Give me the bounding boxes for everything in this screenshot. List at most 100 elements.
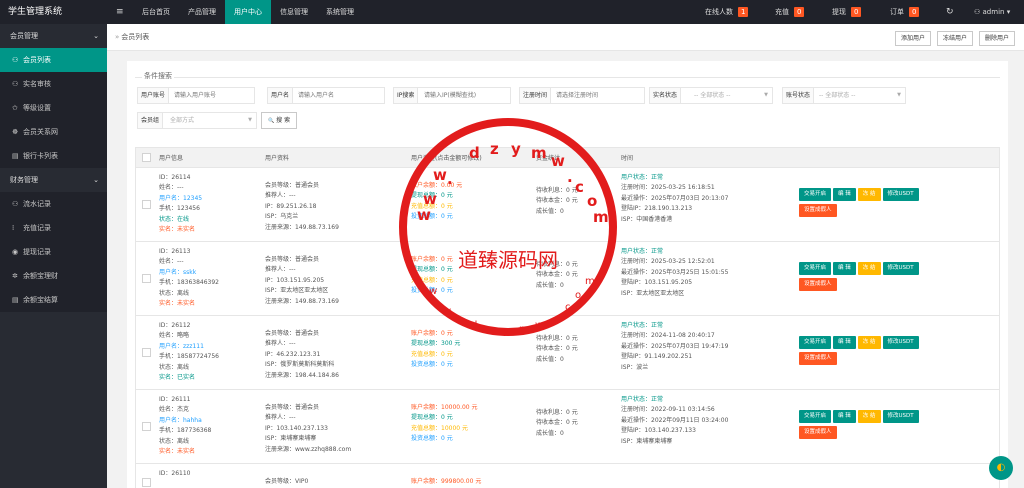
sidebar-item-levels[interactable]: ✩ 等级设置 [0,96,107,120]
freeze-user-button[interactable]: 冻结用户 [937,31,974,46]
edit-button[interactable]: 编 辑 [833,410,856,423]
sidebar-item-relations[interactable]: ☸ 会员关系网 [0,120,107,144]
freeze-button[interactable]: 冻 结 [857,410,881,423]
orders-count[interactable]: 订单 0 [890,0,920,24]
money-line[interactable]: 账户余额：10000.00 元 [411,403,478,413]
cell-info: ID：26113 姓名：--- 用户名：sskk 手机：18363846392 状态：离… [159,247,219,309]
sidebar-group-members[interactable]: 会员管理 ⌄ [0,24,107,48]
orders-badge: 0 [909,7,920,17]
trade-open-button[interactable]: 交易开启 [799,188,832,201]
sidebar-item-recharge[interactable]: ⁞ 充值记录 [0,216,107,240]
set-fake-user-button[interactable]: 设置成假人 [799,426,837,439]
trade-open-button[interactable]: 交易开启 [799,336,832,349]
money-line[interactable]: 账户余额：0.00 元 [411,181,462,191]
time-line: 注册时间：2022-09-11 03:14:56 [621,406,715,414]
row-checkbox[interactable] [142,200,151,209]
withdraw-count[interactable]: 提现 0 [832,0,862,24]
trade-open-button[interactable]: 交易开启 [799,410,832,423]
time-line: 登陆IP：103.140.237.133 [621,427,696,435]
online-count[interactable]: 在线人数 1 [705,0,749,24]
money-line[interactable]: 充值总额：0 元 [411,350,460,360]
nav-user-center[interactable]: 用户中心 [225,0,271,24]
nav-products[interactable]: 产品管理 [179,0,225,24]
money-line[interactable]: 投资总额：0 元 [411,434,478,444]
money-line[interactable]: 提现总额：0 元 [411,265,453,275]
info-line[interactable]: 用户名：zzz111 [159,342,219,352]
sidebar-item-flow[interactable]: ⚇ 流水记录 [0,192,107,216]
sidebar-item-real-name[interactable]: ⚇ 实名审核 [0,72,107,96]
sidebar-item-label: 银行卡列表 [23,152,58,160]
money-line[interactable]: 投资总额：0 元 [411,286,453,296]
money-line[interactable]: 账户余额：0 元 [411,255,453,265]
info-line[interactable]: 用户名：sskk [159,268,219,278]
money-line[interactable]: 账户余额：0 元 [411,329,460,339]
delete-user-button[interactable]: 删除用户 [979,31,1016,46]
group-select[interactable]: 会员组 全部方式 ▼ [137,112,257,129]
row-checkbox[interactable] [142,348,151,357]
field-label: 会员组 [138,113,164,128]
stats-line: 待收利息：0 元 [536,335,578,342]
name-input[interactable] [298,88,368,103]
money-line[interactable]: 提现总额：0 元 [411,413,478,423]
money-line[interactable]: 投资总额：0 元 [411,360,460,370]
sidebar-item-withdraw[interactable]: ◉ 提现记录 [0,240,107,264]
ip-input[interactable] [424,88,510,103]
set-fake-user-button[interactable]: 设置成假人 [799,352,837,365]
money-line[interactable]: 账户余额：999800.00 元 [411,477,481,487]
refresh-icon[interactable]: ↻ [946,0,954,24]
money-line[interactable]: 投资总额：0 元 [411,212,462,222]
freeze-button[interactable]: 冻 结 [857,262,881,275]
info-line: 手机：18587724756 [159,353,219,361]
sidebar-group-finance[interactable]: 财务管理 ⌄ [0,168,107,192]
sidebar-item-bank-cards[interactable]: ▤ 银行卡列表 [0,144,107,168]
freeze-button[interactable]: 冻 结 [857,188,881,201]
edit-button[interactable]: 编 辑 [833,188,856,201]
money-line[interactable]: 充值总额：0 元 [411,202,462,212]
edit-button[interactable]: 编 辑 [833,262,856,275]
regtime-input[interactable] [556,88,642,103]
row-checkbox[interactable] [142,274,151,283]
breadcrumb-arrow-icon: » [115,33,120,41]
menu-toggle-icon[interactable]: ≡ [116,0,124,24]
user-menu[interactable]: ⚇ admin ▾ [974,0,1010,24]
info-line: ID：26111 [159,396,191,403]
money-line[interactable]: 充值总额：10000 元 [411,424,478,434]
edit-usdt-button[interactable]: 修改USDT [882,336,919,349]
edit-usdt-button[interactable]: 修改USDT [882,188,919,201]
sidebar-item-yuebao-settle[interactable]: ▤ 余额宝结算 [0,288,107,312]
user-icon: ⚇ [974,8,981,16]
money-line[interactable]: 提现总额：0 元 [411,191,462,201]
trade-open-button[interactable]: 交易开启 [799,262,832,275]
freeze-button[interactable]: 冻 结 [857,336,881,349]
set-fake-user-button[interactable]: 设置成假人 [799,278,837,291]
info-line[interactable]: 用户名：hahha [159,416,211,426]
select-all-checkbox[interactable] [142,153,151,162]
account-status-select[interactable]: 账号状态 -- 全部状态 -- ▼ [782,87,906,104]
info-line[interactable]: 用户名：12345 [159,194,202,204]
money-line[interactable]: 充值总额：0 元 [411,276,453,286]
time-line: 用户状态：正常 [621,396,664,403]
search-button[interactable]: 🔍 搜 索 [261,112,298,129]
add-user-button[interactable]: 添加用户 [895,31,932,46]
user-name: admin [982,8,1005,16]
profile-line: 会员等级：普通会员 [265,256,320,263]
real-name-select[interactable]: 实名状态 -- 全部状态 -- ▼ [649,87,773,104]
edit-button[interactable]: 编 辑 [833,336,856,349]
account-input[interactable] [174,88,244,103]
row-checkbox[interactable] [142,478,151,487]
money-line[interactable]: 提现总额：300 元 [411,339,460,349]
set-fake-user-button[interactable]: 设置成假人 [799,204,837,217]
sidebar-item-yuebao[interactable]: ✲ 余额宝理财 [0,264,107,288]
col-funds: 用户资金(点击金额可修改) [411,155,482,162]
nav-info[interactable]: 信息管理 [271,0,317,24]
row-checkbox[interactable] [142,422,151,431]
edit-usdt-button[interactable]: 修改USDT [882,262,919,275]
nav-home[interactable]: 后台首页 [133,0,179,24]
profile-line: 会员等级：普通会员 [265,404,320,411]
edit-usdt-button[interactable]: 修改USDT [882,410,919,423]
recharge-count[interactable]: 充值 0 [775,0,805,24]
sidebar-item-member-list[interactable]: ⚇ 会员列表 [0,48,107,72]
support-float-icon[interactable]: ◐ [989,456,1013,480]
nav-system[interactable]: 系统管理 [317,0,363,24]
cell-info: ID：26114 姓名：--- 用户名：12345 手机：123456 状态：在线 实名：… [159,173,202,235]
